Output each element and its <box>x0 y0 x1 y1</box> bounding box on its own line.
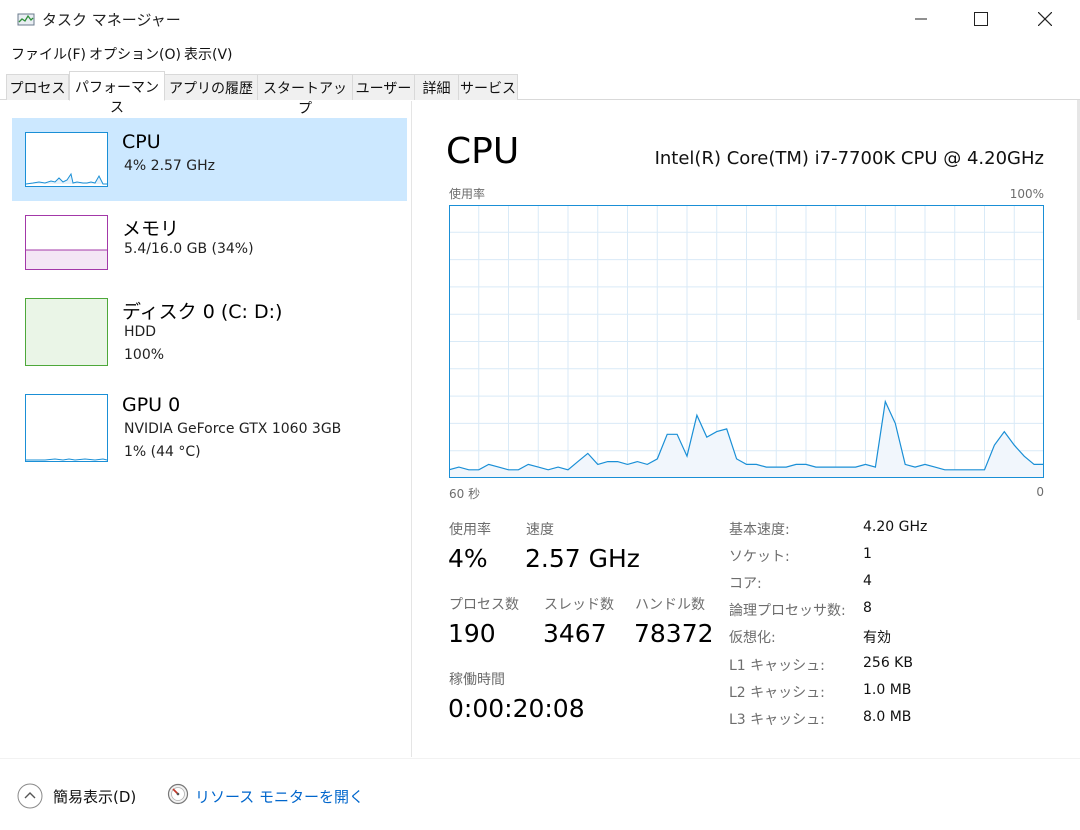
spec-label-base-speed: 基本速度: <box>729 522 790 538</box>
spec-label-l2-cache: L2 キャッシュ: <box>729 685 825 701</box>
spec-label-l1-cache: L1 キャッシュ: <box>729 658 825 674</box>
spec-label-cores: コア: <box>729 576 762 592</box>
resource-title-disk: ディスク 0 (C: D:) <box>122 301 283 323</box>
close-icon <box>1038 12 1052 26</box>
spec-label-l3-cache: L3 キャッシュ: <box>729 712 825 728</box>
maximize-button[interactable] <box>950 0 1012 38</box>
spec-value-l3-cache: 8.0 MB <box>863 709 912 725</box>
speed-label: 速度 <box>526 522 554 538</box>
tab-performance[interactable]: パフォーマンス <box>69 71 165 116</box>
window-title: タスク マネージャー <box>42 11 181 29</box>
processes-value: 190 <box>448 619 496 648</box>
resource-title-gpu: GPU 0 <box>122 394 181 416</box>
resource-sub-gpu-usage: 1% (44 °C) <box>124 444 201 460</box>
open-resource-monitor-link[interactable]: リソース モニターを開く <box>195 786 364 807</box>
spec-label-logical-processors: 論理プロセッサ数: <box>729 603 846 619</box>
processes-label: プロセス数 <box>449 597 519 613</box>
menu-view[interactable]: 表示(V) <box>184 44 233 64</box>
spec-label-virtualization: 仮想化: <box>729 630 776 646</box>
uptime-label: 稼働時間 <box>449 672 505 688</box>
cpu-usage-graph <box>449 205 1044 478</box>
uptime-value: 0:00:20:08 <box>448 694 585 723</box>
resource-title-cpu: CPU <box>122 131 161 153</box>
resource-sub-memory: 5.4/16.0 GB (34%) <box>124 241 254 257</box>
menu-file[interactable]: ファイル(F) <box>11 44 86 64</box>
resource-item-gpu[interactable]: GPU 0 NVIDIA GeForce GTX 1060 3GB 1% (44… <box>12 381 407 464</box>
spec-label-sockets: ソケット: <box>729 549 790 565</box>
tab-users[interactable]: ユーザー <box>353 74 415 100</box>
resource-sub-disk-type: HDD <box>124 324 157 340</box>
title-bar: タスク マネージャー <box>0 0 1080 38</box>
usage-value: 4% <box>448 544 488 573</box>
resource-sub-cpu: 4% 2.57 GHz <box>124 158 216 174</box>
resource-item-disk[interactable]: ディスク 0 (C: D:) HDD 100% <box>12 284 407 367</box>
resource-monitor-icon <box>167 783 189 805</box>
usage-label: 使用率 <box>449 522 491 538</box>
task-manager-icon <box>17 13 35 26</box>
tab-bar: プロセス パフォーマンス アプリの履歴 スタートアップ ユーザー 詳細 サービス <box>0 71 1080 117</box>
handles-label: ハンドル数 <box>635 597 705 613</box>
close-button[interactable] <box>1014 0 1076 38</box>
resource-title-memory: メモリ <box>122 218 180 240</box>
spec-value-logical-processors: 8 <box>863 600 872 616</box>
cpu-model-name: Intel(R) Core(TM) i7-7700K CPU @ 4.20GHz <box>654 148 1044 169</box>
maximize-icon <box>974 12 988 26</box>
tab-details[interactable]: 詳細 <box>415 74 459 100</box>
speed-value: 2.57 GHz <box>525 544 640 573</box>
spec-value-base-speed: 4.20 GHz <box>863 519 928 535</box>
memory-thumbnail-graph <box>25 215 108 270</box>
minimize-icon <box>915 18 927 20</box>
graph-label-usage: 使用率 <box>449 187 486 201</box>
graph-label-max: 100% <box>1009 187 1044 201</box>
disk-thumbnail-graph <box>25 298 108 366</box>
threads-value: 3467 <box>543 619 607 648</box>
tab-app-history[interactable]: アプリの履歴 <box>165 74 258 100</box>
menu-options[interactable]: オプション(O) <box>89 44 181 64</box>
gpu-thumbnail-graph <box>25 394 108 462</box>
fewer-details-button[interactable] <box>17 783 43 809</box>
cpu-thumbnail-graph <box>25 132 108 187</box>
resource-list: CPU 4% 2.57 GHz メモリ 5.4/16.0 GB (34%) ディ… <box>0 101 412 757</box>
detail-title: CPU <box>446 131 520 172</box>
menu-bar: ファイル(F) オプション(O) 表示(V) <box>0 40 1080 66</box>
spec-value-virtualization: 有効 <box>863 630 891 646</box>
graph-label-timespan: 60 秒 <box>449 487 481 501</box>
spec-value-l1-cache: 256 KB <box>863 655 913 671</box>
resource-item-cpu[interactable]: CPU 4% 2.57 GHz <box>12 118 407 201</box>
graph-label-zero: 0 <box>1036 485 1044 499</box>
cpu-detail-panel: CPU Intel(R) Core(TM) i7-7700K CPU @ 4.2… <box>413 101 1080 757</box>
tab-services[interactable]: サービス <box>459 74 518 100</box>
footer-bar: 簡易表示(D) リソース モニターを開く <box>0 758 1080 830</box>
resource-sub-disk-usage: 100% <box>124 347 165 363</box>
spec-value-cores: 4 <box>863 573 872 589</box>
resource-sub-gpu-model: NVIDIA GeForce GTX 1060 3GB <box>124 421 342 437</box>
spec-value-l2-cache: 1.0 MB <box>863 682 912 698</box>
resource-item-memory[interactable]: メモリ 5.4/16.0 GB (34%) <box>12 201 407 284</box>
tab-startup[interactable]: スタートアップ <box>258 74 353 117</box>
spec-value-sockets: 1 <box>863 546 872 562</box>
handles-value: 78372 <box>634 619 714 648</box>
tab-processes[interactable]: プロセス <box>6 74 69 100</box>
fewer-details-label[interactable]: 簡易表示(D) <box>53 786 136 807</box>
threads-label: スレッド数 <box>544 597 614 613</box>
minimize-button[interactable] <box>890 0 952 38</box>
